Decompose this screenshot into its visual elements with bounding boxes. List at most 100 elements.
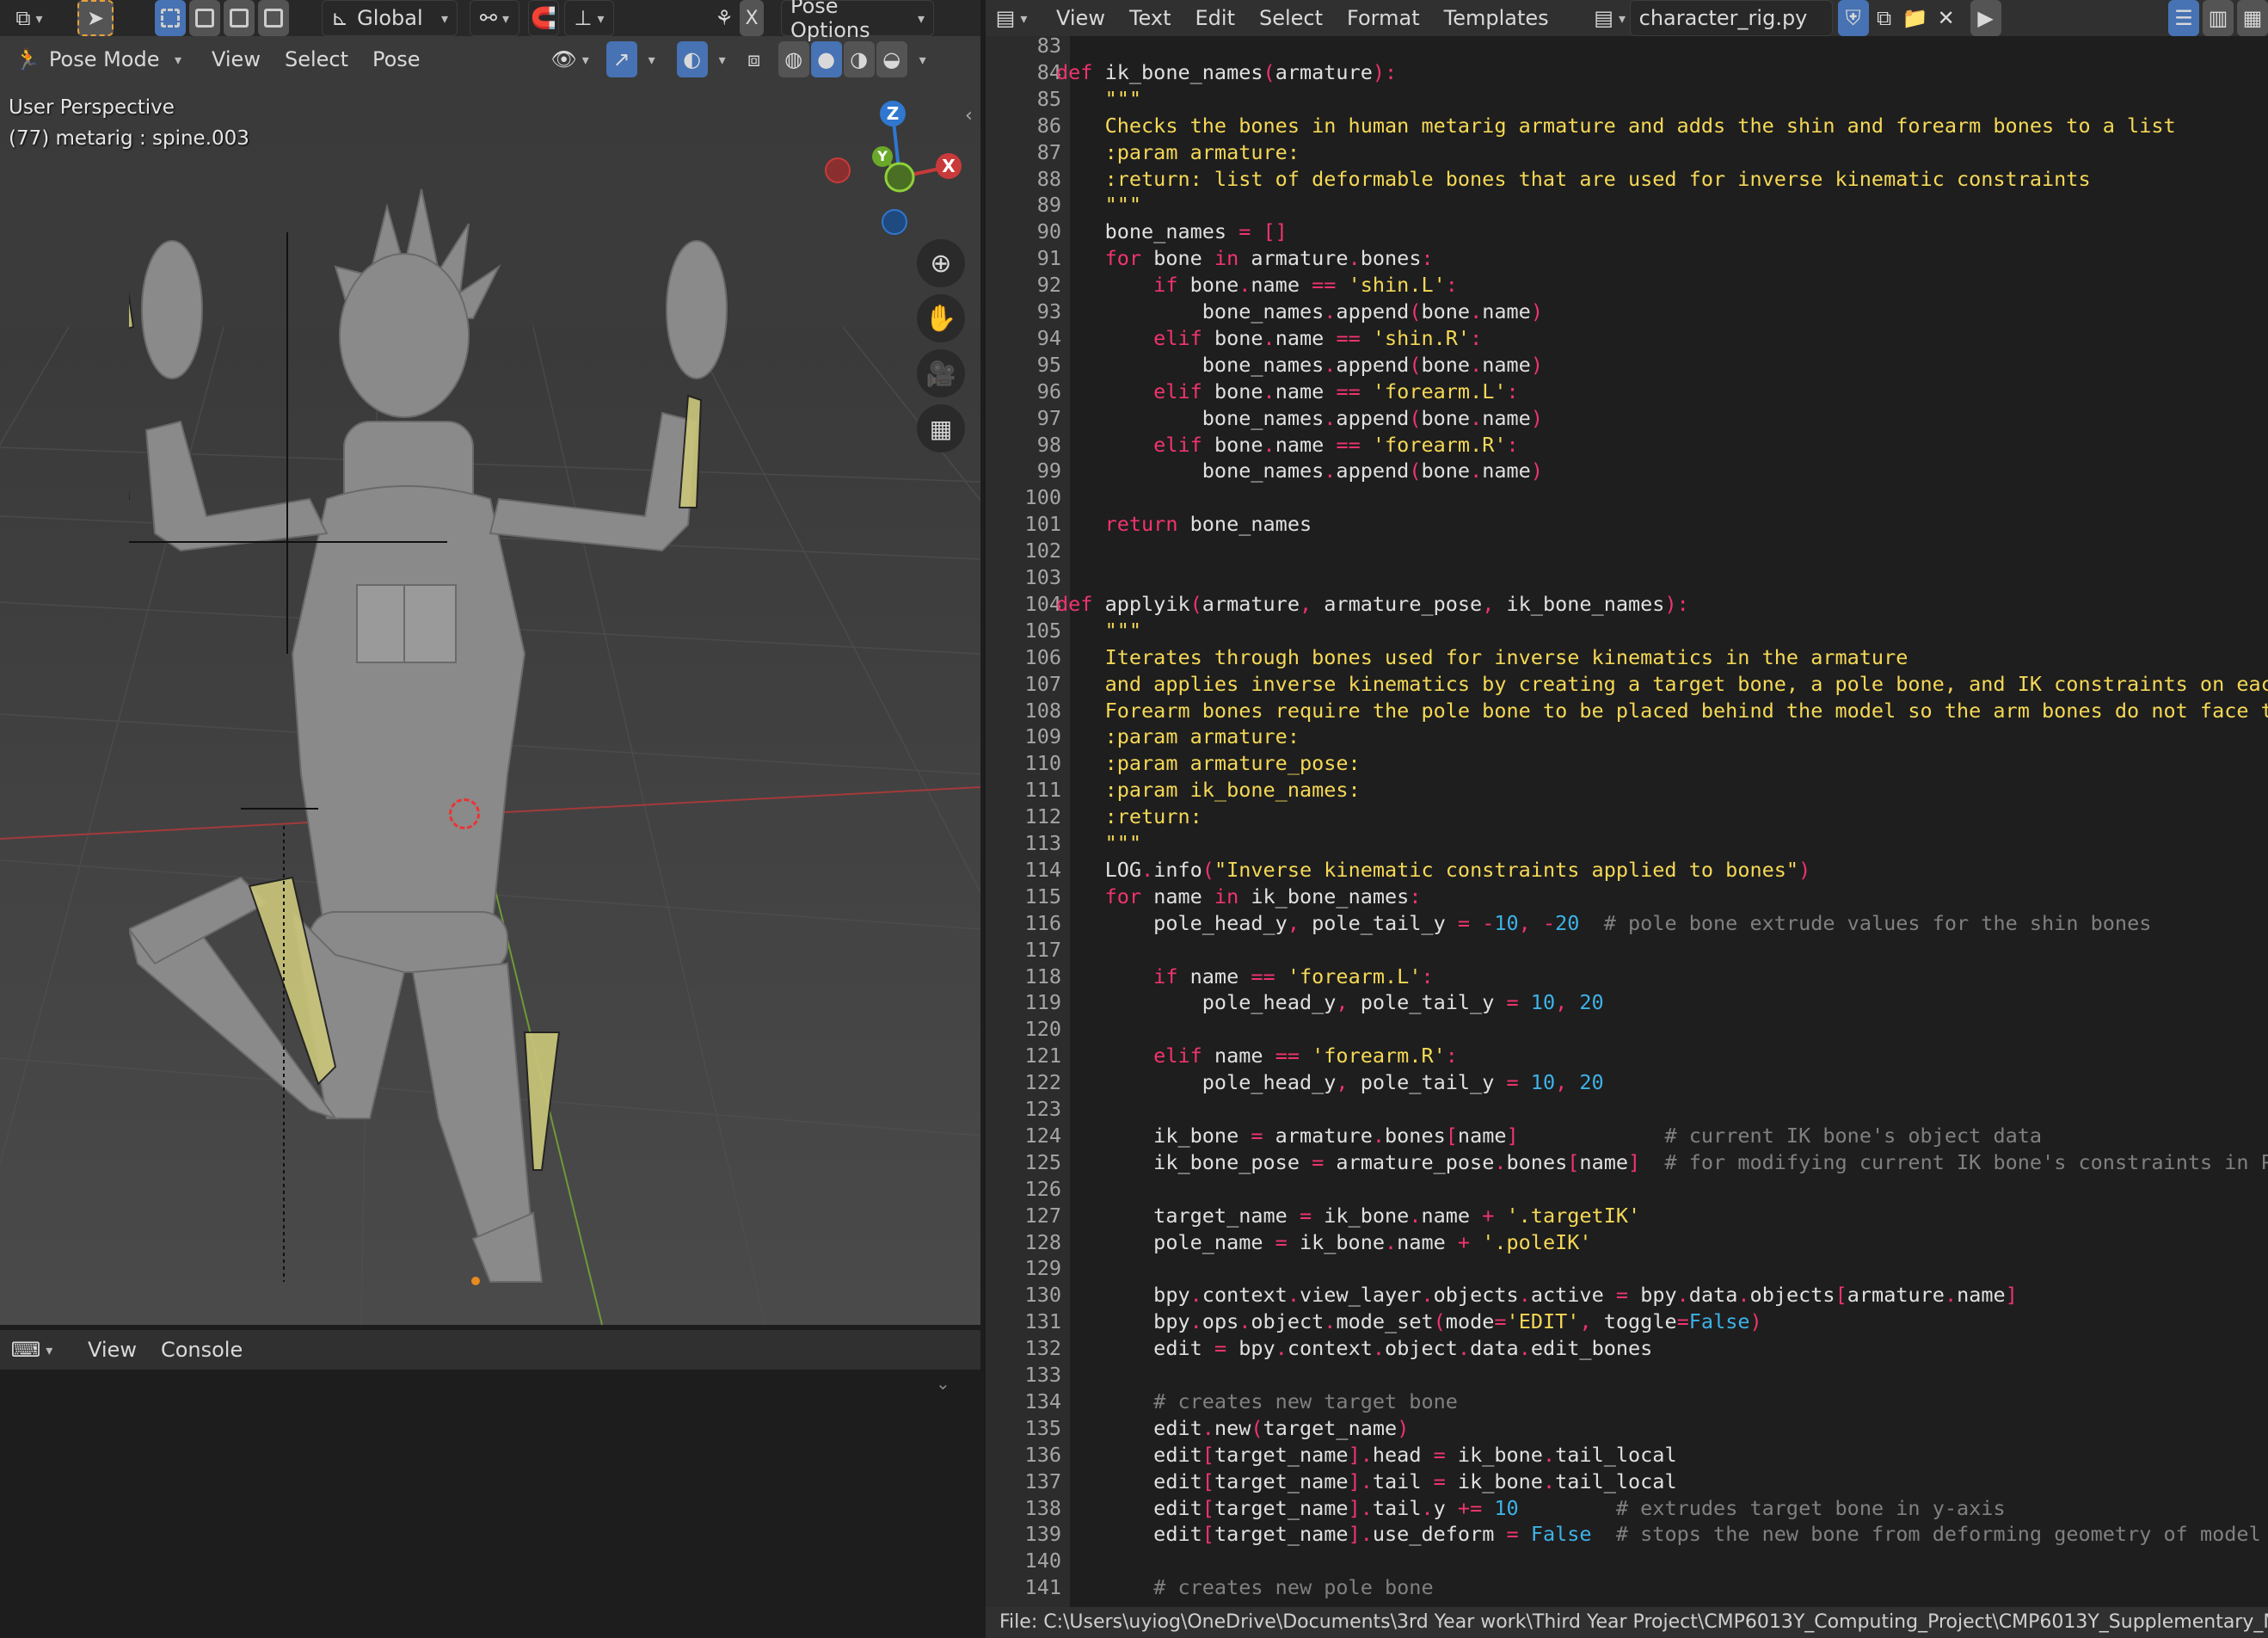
code-token: bone bbox=[1189, 273, 1239, 298]
line-source: # creates new pole bone bbox=[1056, 1574, 1433, 1601]
overlays-toggle-icon[interactable]: ◐ bbox=[676, 41, 708, 77]
code-token: ) bbox=[1749, 1309, 1762, 1334]
code-token: ik_bone_names bbox=[1104, 59, 1263, 84]
viewport-menu-pose[interactable]: Pose bbox=[360, 47, 433, 71]
select-tool-icon[interactable]: ➤ bbox=[77, 0, 114, 36]
zoom-icon[interactable]: ⊕ bbox=[917, 239, 965, 287]
code-token: : bbox=[1506, 379, 1519, 403]
line-number: 133 bbox=[1024, 1363, 1061, 1387]
text-editor[interactable]: ▤ ▾ View Text Edit Select Format Template… bbox=[986, 0, 2268, 1638]
open-text-icon[interactable]: 📁 bbox=[1900, 0, 1931, 36]
new-text-icon[interactable]: ⧉ bbox=[1869, 0, 1900, 36]
python-console[interactable]: ⌨ ▾ View Console ⌄ bbox=[0, 1325, 980, 1638]
line-number: 115 bbox=[1024, 884, 1061, 908]
material-shading-icon[interactable]: ◑ bbox=[843, 41, 875, 77]
code-token: : bbox=[1470, 325, 1483, 350]
code-token: . bbox=[1238, 1309, 1251, 1334]
3d-viewport[interactable]: User Perspective (77) metarig : spine.00… bbox=[0, 0, 980, 1325]
text-browse-dropdown[interactable]: ▤ ▾ bbox=[1590, 0, 1630, 36]
visibility-eye-icon[interactable]: 👁 ▾ bbox=[544, 41, 596, 77]
editor-menu-format[interactable]: Format bbox=[1335, 6, 1432, 30]
wireframe-shading-icon[interactable]: ◍ bbox=[778, 41, 809, 77]
line-number: 109 bbox=[1024, 724, 1061, 749]
select-box-extend-icon[interactable] bbox=[189, 0, 220, 36]
run-script-icon[interactable]: ▶ bbox=[1970, 0, 2001, 36]
mirror-icon[interactable]: ⚘ bbox=[709, 0, 740, 36]
hand-pan-icon[interactable]: ✋ bbox=[917, 294, 965, 342]
console-editor-type-icon[interactable]: ⌨ ▾ bbox=[5, 1332, 58, 1368]
word-wrap-toggle-icon[interactable]: ▥ bbox=[2203, 0, 2234, 36]
select-box-new-icon[interactable] bbox=[155, 0, 186, 36]
viewport-menu-select[interactable]: Select bbox=[273, 47, 360, 71]
snap-toggle[interactable]: 🧲 bbox=[528, 0, 559, 36]
character-model[interactable] bbox=[129, 172, 731, 1325]
console-menu-view[interactable]: View bbox=[76, 1338, 149, 1362]
3d-cursor[interactable] bbox=[449, 798, 480, 829]
console-menu-console[interactable]: Console bbox=[149, 1338, 255, 1362]
text-filename-field[interactable]: character_rig.py bbox=[1629, 0, 1833, 36]
code-area[interactable]: 83 84 def ik_bone_names(armature): 85 """ 86… bbox=[986, 36, 2268, 1607]
pose-options-dropdown[interactable]: Pose Options ▾ bbox=[781, 0, 934, 42]
transform-orientation-dropdown[interactable]: ⊾ Global ▾ bbox=[322, 0, 458, 36]
code-token: name bbox=[1957, 1283, 2006, 1308]
editor-menu-edit[interactable]: Edit bbox=[1183, 6, 1247, 30]
line-number: 125 bbox=[1024, 1149, 1061, 1174]
code-token: armature_pose bbox=[1324, 591, 1483, 616]
unlink-text-close-icon[interactable]: ✕ bbox=[1931, 0, 1962, 36]
gizmo-z-axis[interactable]: Z bbox=[880, 101, 906, 126]
editor-menu-text[interactable]: Text bbox=[1117, 6, 1183, 30]
pivot-point-dropdown[interactable]: ⚯ ▾ bbox=[470, 0, 519, 36]
line-numbers-toggle-icon[interactable]: ☰ bbox=[2168, 0, 2199, 36]
line-source: bone_names.append(bone.name) bbox=[1056, 299, 1543, 325]
code-token: ] bbox=[1628, 1149, 1641, 1174]
gizmo-dropdown[interactable]: ▾ bbox=[637, 41, 661, 77]
code-token: bone bbox=[1153, 246, 1214, 271]
code-token: "Inverse kinematic constraints applied t… bbox=[1214, 857, 1799, 882]
select-box-subtract-icon[interactable] bbox=[224, 0, 255, 36]
gizmo-x-axis[interactable]: X bbox=[936, 153, 962, 179]
code-token: . bbox=[1518, 1336, 1531, 1361]
interaction-mode-dropdown[interactable]: 🏃 Pose Mode ▾ bbox=[5, 41, 191, 77]
select-box-invert-icon[interactable] bbox=[258, 0, 289, 36]
line-number: 138 bbox=[1024, 1495, 1061, 1520]
syntax-highlight-toggle-icon[interactable]: ▦ bbox=[2237, 0, 2268, 36]
code-token: for bbox=[1056, 246, 1154, 271]
xray-toggle-icon[interactable]: ⧈ bbox=[739, 41, 770, 77]
solid-shading-icon[interactable]: ● bbox=[810, 41, 842, 77]
x-mirror-toggle[interactable]: X bbox=[740, 0, 764, 36]
code-token: = bbox=[1251, 1123, 1275, 1148]
code-token: = bbox=[1214, 1336, 1239, 1361]
code-token: [ bbox=[1202, 1495, 1214, 1520]
camera-icon[interactable]: 🎥 bbox=[917, 349, 965, 397]
code-token: armature bbox=[1251, 246, 1349, 271]
code-token: pole_tail_y bbox=[1360, 990, 1507, 1015]
viewport-menu-view[interactable]: View bbox=[200, 47, 273, 71]
line-number: 100 bbox=[1024, 485, 1061, 510]
gizmo-toggle-icon[interactable]: ↗ bbox=[605, 41, 637, 77]
overlays-dropdown[interactable]: ▾ bbox=[708, 41, 732, 77]
code-token: armature bbox=[1275, 59, 1373, 84]
fake-user-shield-icon[interactable]: ⛨ bbox=[1837, 0, 1869, 36]
editor-menu-templates[interactable]: Templates bbox=[1432, 6, 1561, 30]
navigation-gizmo[interactable]: Z X Y bbox=[817, 95, 963, 241]
snap-target-dropdown[interactable]: ⊥ ▾ bbox=[564, 0, 614, 36]
code-token: edit bbox=[1056, 1469, 1202, 1493]
shading-dropdown[interactable]: ▾ bbox=[907, 41, 933, 77]
grid-perspective-icon[interactable]: ▦ bbox=[917, 404, 965, 453]
code-token: armature bbox=[1275, 1123, 1373, 1148]
gizmo-y-axis[interactable]: Y bbox=[872, 146, 893, 167]
line-source: edit[target_name].head = ik_bone.tail_lo… bbox=[1056, 1442, 1676, 1469]
editor-type-icon[interactable]: ⧉ ▾ bbox=[0, 0, 58, 36]
sidebar-toggle-icon[interactable]: ‹ bbox=[965, 105, 973, 126]
code-token: = - bbox=[1457, 910, 1495, 935]
code-token: . bbox=[1263, 432, 1275, 457]
rendered-shading-icon[interactable]: ◒ bbox=[876, 41, 907, 77]
console-collapse-icon[interactable]: ⌄ bbox=[936, 1373, 950, 1394]
text-editor-type-icon[interactable]: ▤ ▾ bbox=[986, 0, 1037, 36]
editor-menu-select[interactable]: Select bbox=[1247, 6, 1335, 30]
code-token: context bbox=[1287, 1336, 1373, 1361]
line-number: 107 bbox=[1024, 671, 1061, 696]
line-source: :param armature_pose: bbox=[1056, 750, 1361, 777]
line-number: 130 bbox=[1024, 1283, 1061, 1308]
editor-menu-view[interactable]: View bbox=[1044, 6, 1117, 30]
